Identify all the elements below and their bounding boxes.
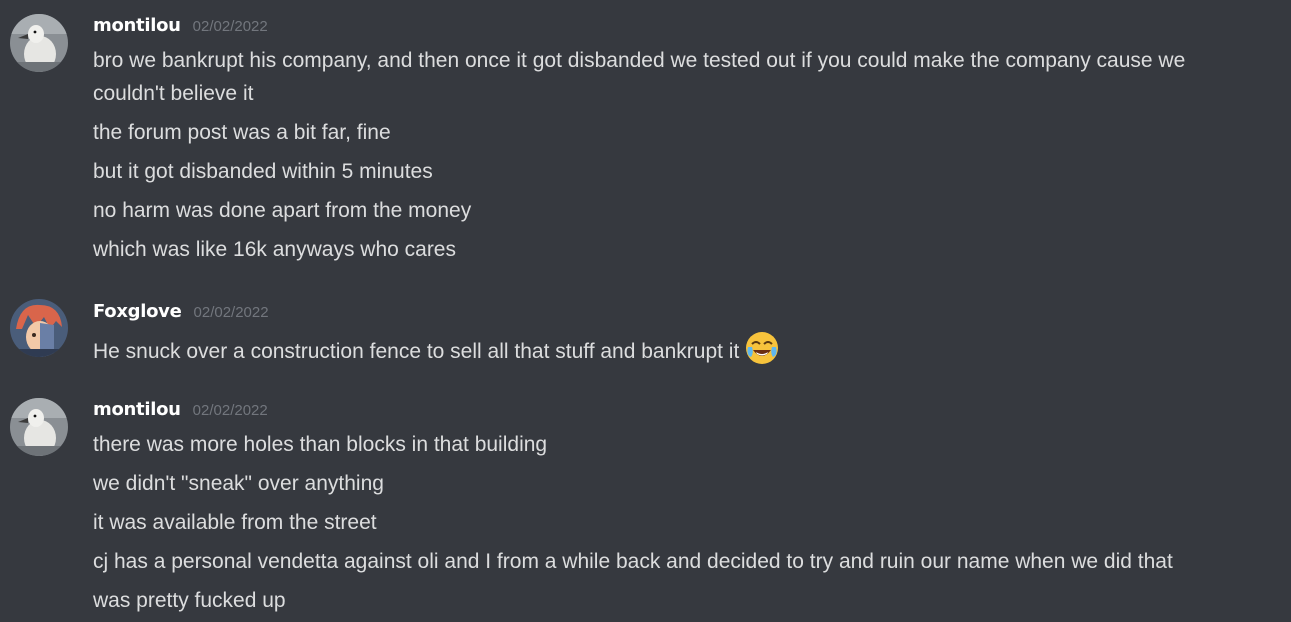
joy-emoji-icon[interactable] [745, 331, 779, 375]
username[interactable]: Foxglove [93, 301, 182, 322]
message-text: no harm was done apart from the money [93, 199, 472, 222]
username[interactable]: montilou [93, 15, 181, 36]
username[interactable]: montilou [93, 399, 181, 420]
message-text: was pretty fucked up [93, 589, 286, 612]
message-text: couldn't believe it [93, 82, 254, 105]
message-header: montilou 02/02/2022 [93, 399, 268, 423]
message-text: the forum post was a bit far, fine [93, 121, 391, 144]
message-header: montilou 02/02/2022 [93, 15, 268, 39]
message-text: we didn't "sneak" over anything [93, 472, 384, 495]
message-text: bro we bankrupt his company, and then on… [93, 49, 1186, 72]
timestamp[interactable]: 02/02/2022 [194, 304, 269, 321]
message-text: but it got disbanded within 5 minutes [93, 160, 433, 183]
user-avatar[interactable] [10, 299, 68, 357]
duck-avatar-icon [10, 14, 68, 72]
message-text: it was available from the street [93, 511, 377, 534]
message-text-content: He snuck over a construction fence to se… [93, 340, 740, 363]
message-text: He snuck over a construction fence to se… [93, 331, 1273, 375]
anime-character-avatar-icon [10, 299, 68, 357]
message-text: there was more holes than blocks in that… [93, 433, 548, 456]
message-text: which was like 16k anyways who cares [93, 238, 456, 261]
timestamp[interactable]: 02/02/2022 [193, 18, 268, 35]
duck-avatar-icon [10, 398, 68, 456]
message-header: Foxglove 02/02/2022 [93, 301, 269, 325]
timestamp[interactable]: 02/02/2022 [193, 402, 268, 419]
user-avatar[interactable] [10, 398, 68, 456]
user-avatar[interactable] [10, 14, 68, 72]
message-text: cj has a personal vendetta against oli a… [93, 550, 1173, 573]
